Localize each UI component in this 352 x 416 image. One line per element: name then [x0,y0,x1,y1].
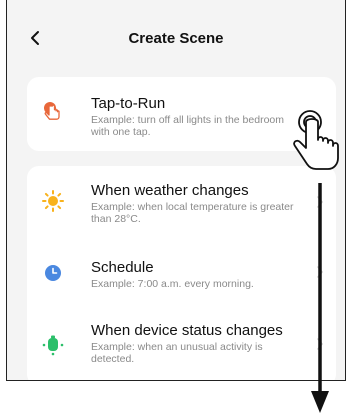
device-status-description: Example: when an unusual activity is det… [91,341,263,365]
tap-to-run-description: Example: turn off all lights in the bedr… [91,114,284,138]
top-bar: Create Scene [7,0,345,78]
condition-item-device-status[interactable]: When device status changes Example: when… [27,312,336,380]
phone-screen: Create Scene Tap-to-Run Example: turn of… [6,0,346,381]
tap-gesture-icon [293,110,339,170]
tap-hand-icon [44,102,60,120]
arrow-down-icon [311,183,329,413]
weather-description: Example: when local temperature is great… [91,201,294,225]
page-title: Create Scene [128,30,224,47]
device-icon [42,335,64,356]
clock-icon [45,265,61,281]
weather-title: When weather changes [91,182,249,199]
schedule-description: Example: 7:00 a.m. every morning. [91,278,254,290]
sun-icon [42,190,64,212]
device-status-title: When device status changes [91,322,283,339]
condition-item-schedule[interactable]: Schedule Example: 7:00 a.m. every mornin… [27,242,336,304]
tap-to-run-title: Tap-to-Run [91,95,166,112]
schedule-title: Schedule [91,259,154,276]
conditions-card: When weather changes Example: when local… [27,166,336,380]
